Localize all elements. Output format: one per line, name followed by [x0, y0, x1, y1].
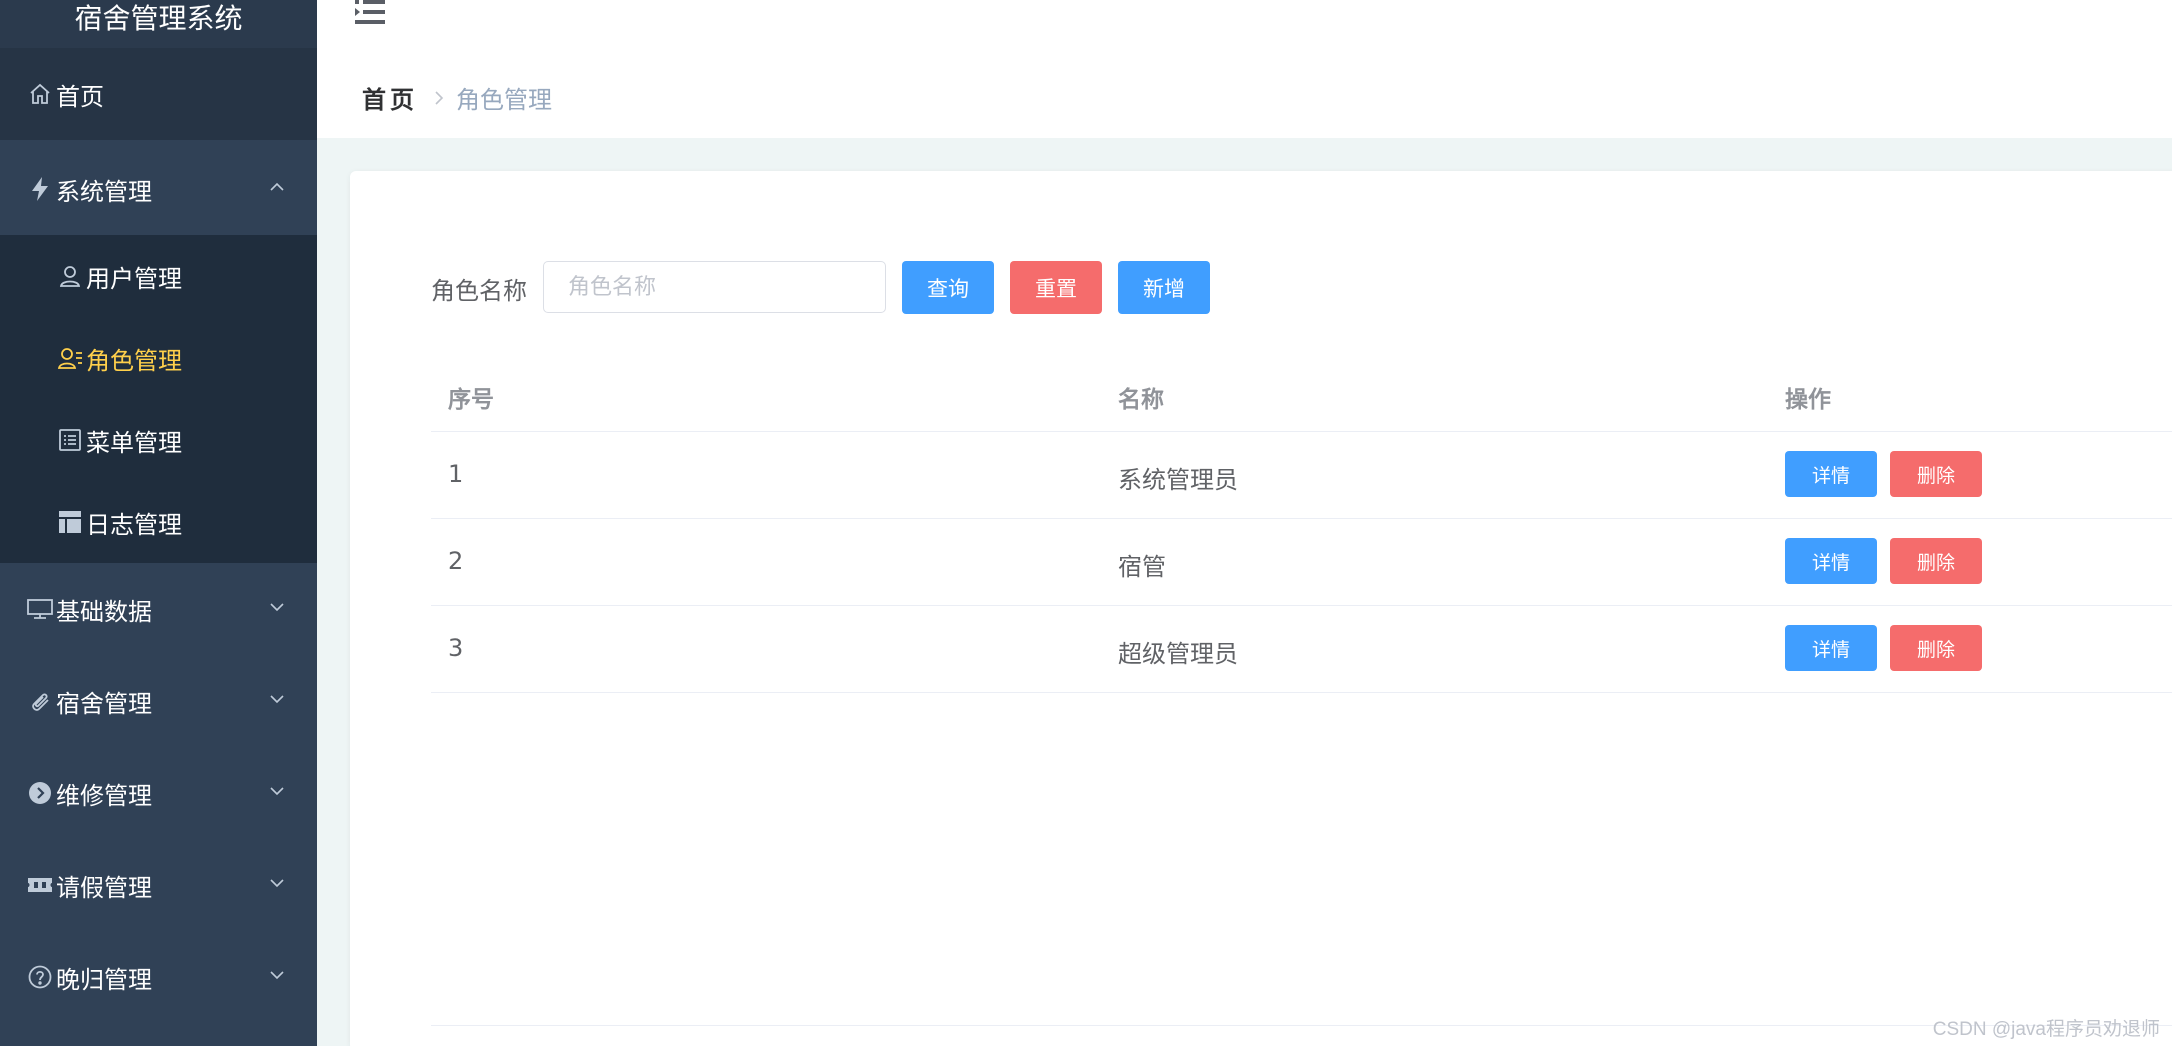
sidebar-item-leave[interactable]: 请假管理: [0, 839, 317, 931]
sidebar-item-home[interactable]: 首页: [0, 48, 317, 140]
table-row: 2 宿管 详情 删除: [431, 519, 2172, 606]
cell-name: 超级管理员: [1118, 640, 1238, 668]
detail-button[interactable]: 详情: [1785, 538, 1877, 584]
sidebar-item-label: 基础数据: [56, 597, 152, 626]
sidebar-item-label: 首页: [56, 82, 104, 111]
hamburger-icon[interactable]: [355, 0, 385, 26]
breadcrumb-home[interactable]: 首页: [362, 80, 418, 115]
cell-index: 3: [448, 634, 464, 662]
sidebar-item-log[interactable]: 日志管理: [0, 481, 317, 563]
sidebar-item-label: 晚归管理: [56, 965, 152, 994]
home-icon: [26, 80, 54, 108]
role-table: 序号 名称 操作 1 系统管理员 详情 删除 2 宿管 详情 删除 3 超级管理…: [431, 352, 2172, 693]
navbar: 首页 角色管理: [317, 0, 2172, 138]
role-icon: [56, 344, 84, 372]
chevron-down-icon: [270, 787, 284, 796]
breadcrumb-current: 角色管理: [456, 86, 552, 114]
role-name-label: 角色名称: [431, 277, 527, 305]
column-header-actions: 操作: [1785, 387, 1831, 413]
sidebar-item-label: 日志管理: [86, 510, 182, 539]
sidebar-item-role[interactable]: 角色管理: [0, 317, 317, 399]
table-row: 3 超级管理员 详情 删除: [431, 606, 2172, 693]
table-footer-divider: [431, 1025, 2172, 1026]
detail-button[interactable]: 详情: [1785, 625, 1877, 671]
column-header-name: 名称: [1118, 387, 1164, 413]
sidebar: 宿舍管理系统 首页 系统管理 用户管理 角色管理 菜单管理 日志管理 基础数据 …: [0, 0, 317, 1046]
circle-arrow-icon: [26, 779, 54, 807]
sidebar-item-label: 用户管理: [86, 264, 182, 293]
sidebar-item-label: 角色管理: [86, 346, 182, 375]
sidebar-item-user[interactable]: 用户管理: [0, 235, 317, 317]
sidebar-item-label: 维修管理: [56, 781, 152, 810]
breadcrumb: 首页 角色管理: [362, 80, 552, 115]
table-row: 1 系统管理员 详情 删除: [431, 432, 2172, 519]
layout-icon: [56, 508, 84, 536]
add-button[interactable]: 新增: [1118, 261, 1210, 314]
sidebar-item-label: 宿舍管理: [56, 689, 152, 718]
reset-button[interactable]: 重置: [1010, 261, 1102, 314]
sidebar-item-dorm[interactable]: 宿舍管理: [0, 655, 317, 747]
sidebar-item-label: 请假管理: [56, 873, 152, 902]
chevron-down-icon: [270, 695, 284, 704]
sidebar-item-label: 系统管理: [56, 177, 152, 206]
paperclip-icon: [26, 687, 54, 715]
chevron-up-icon: [270, 182, 284, 191]
app-title: 宿舍管理系统: [0, 0, 317, 48]
cell-name: 宿管: [1118, 553, 1166, 581]
table-header: 序号 名称 操作: [431, 352, 2172, 432]
sidebar-item-label: 菜单管理: [86, 428, 182, 457]
sidebar-item-repair[interactable]: 维修管理: [0, 747, 317, 839]
cell-index: 1: [448, 460, 464, 488]
role-name-input[interactable]: [543, 261, 886, 313]
cell-index: 2: [448, 547, 464, 575]
query-button[interactable]: 查询: [902, 261, 994, 314]
sidebar-item-basic-data[interactable]: 基础数据: [0, 563, 317, 655]
cell-name: 系统管理员: [1118, 466, 1238, 494]
monitor-icon: [26, 595, 54, 623]
sidebar-item-menu[interactable]: 菜单管理: [0, 399, 317, 481]
sidebar-item-system[interactable]: 系统管理: [0, 143, 317, 235]
ticket-icon: [26, 871, 54, 899]
delete-button[interactable]: 删除: [1890, 451, 1982, 497]
delete-button[interactable]: 删除: [1890, 538, 1982, 584]
chevron-down-icon: [270, 971, 284, 980]
chevron-down-icon: [270, 603, 284, 612]
lightning-icon: [26, 175, 54, 203]
list-icon: [56, 426, 84, 454]
delete-button[interactable]: 删除: [1890, 625, 1982, 671]
watermark: CSDN @java程序员劝退师: [1932, 1019, 2160, 1040]
user-icon: [56, 262, 84, 290]
column-header-index: 序号: [448, 387, 494, 413]
detail-button[interactable]: 详情: [1785, 451, 1877, 497]
chevron-right-icon: [435, 90, 444, 105]
question-icon: [26, 963, 54, 991]
chevron-down-icon: [270, 879, 284, 888]
sidebar-item-late-return[interactable]: 晚归管理: [0, 931, 317, 1023]
